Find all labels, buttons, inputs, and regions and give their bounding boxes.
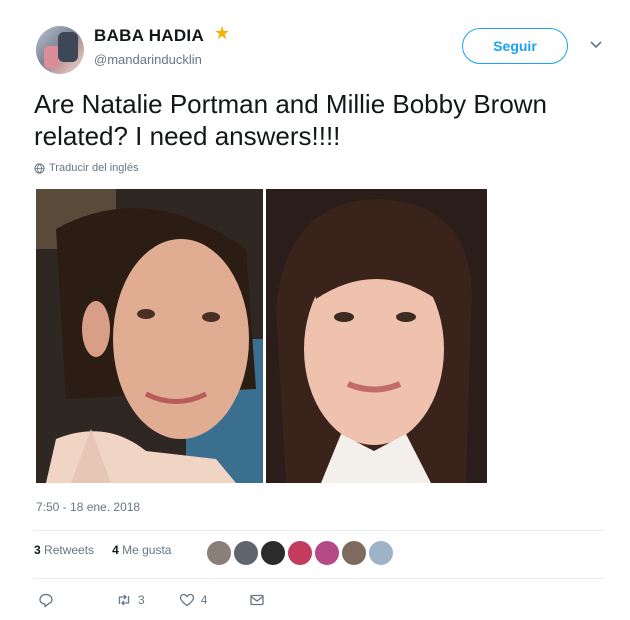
liker-avatar[interactable]	[287, 540, 313, 566]
engagement-stats: 3 Retweets 4 Me gusta	[34, 543, 171, 557]
divider	[34, 530, 604, 531]
like-count: 4	[200, 593, 208, 607]
follow-button[interactable]: Seguir	[462, 28, 568, 64]
retweet-count: 3	[138, 593, 145, 607]
retweet-icon	[118, 594, 130, 606]
direct-message-button[interactable]	[249, 592, 265, 608]
reply-icon	[39, 593, 53, 608]
retweet-button[interactable]: 3	[116, 592, 145, 608]
heart-icon	[179, 593, 194, 607]
user-name[interactable]: BABA HADIA	[94, 26, 204, 46]
timestamp[interactable]: 7:50 - 18 ene. 2018	[36, 500, 140, 514]
envelope-icon	[250, 594, 265, 606]
translate-label: Traducir del inglés	[49, 162, 139, 174]
photo-right[interactable]	[266, 189, 487, 483]
divider	[34, 578, 604, 579]
chevron-down-icon[interactable]	[588, 36, 604, 52]
liker-avatar[interactable]	[341, 540, 367, 566]
star-icon: ★	[214, 23, 231, 43]
avatar[interactable]	[36, 26, 84, 74]
photo-left[interactable]	[36, 189, 263, 483]
retweets-stat[interactable]: 3 Retweets	[34, 543, 94, 557]
translate-link[interactable]: Traducir del inglés	[34, 162, 138, 174]
liker-avatars	[206, 540, 395, 566]
liker-avatar[interactable]	[206, 540, 232, 566]
tweet-text: Are Natalie Portman and Millie Bobby Bro…	[34, 89, 548, 151]
globe-icon	[34, 162, 45, 174]
liker-avatar[interactable]	[368, 540, 394, 566]
reply-button[interactable]	[38, 592, 54, 608]
liker-avatar[interactable]	[314, 540, 340, 566]
likes-stat[interactable]: 4 Me gusta	[112, 543, 171, 557]
user-handle[interactable]: @mandarinducklin	[94, 52, 202, 67]
action-bar: 3 4	[38, 592, 265, 608]
like-button[interactable]: 4	[179, 592, 208, 608]
liker-avatar[interactable]	[260, 540, 286, 566]
liker-avatar[interactable]	[233, 540, 259, 566]
